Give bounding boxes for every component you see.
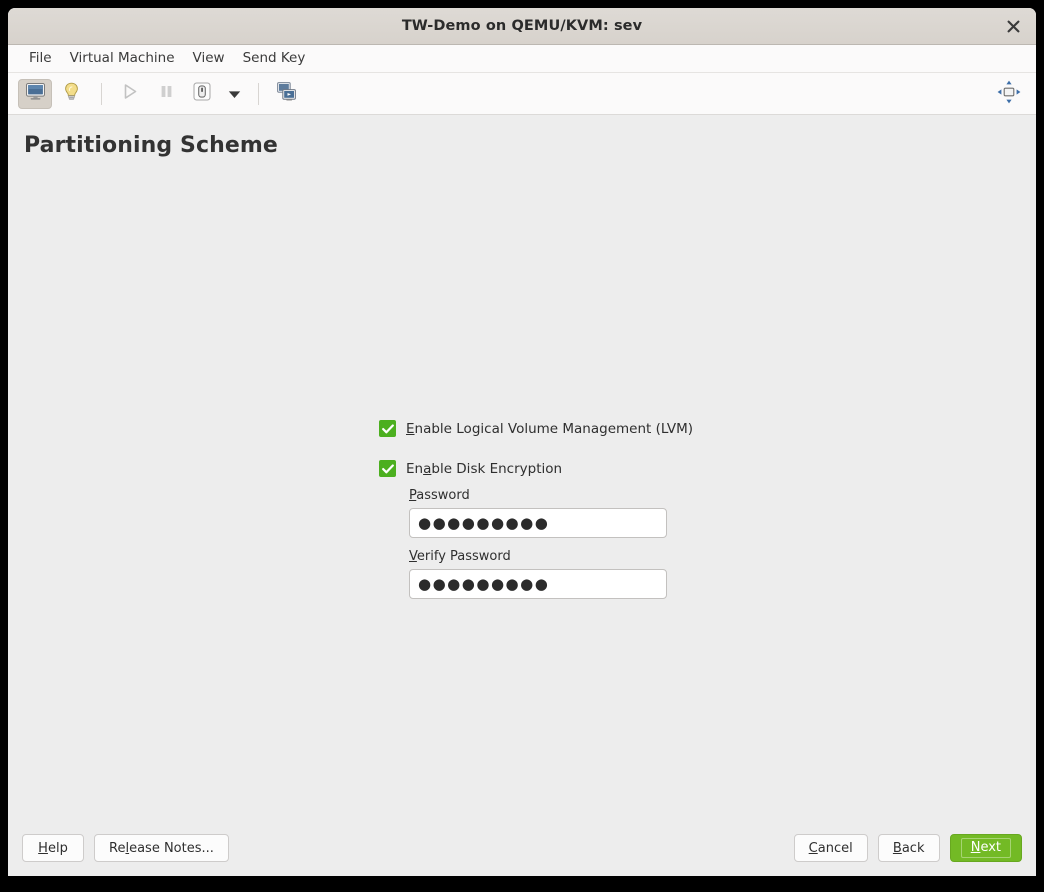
toolbar-separator (101, 83, 102, 105)
verify-password-label: Verify Password (409, 549, 799, 564)
toolbar (8, 73, 1036, 115)
run-button[interactable] (113, 79, 147, 109)
enable-lvm-label: Enable Logical Volume Management (LVM) (406, 421, 693, 437)
pause-icon (159, 83, 174, 104)
snapshots-button[interactable] (270, 79, 304, 109)
lightbulb-icon (63, 82, 80, 105)
password-label: Password (409, 488, 799, 503)
shutdown-button[interactable] (185, 79, 219, 109)
enable-disk-encryption-text: ble Disk Encryption (431, 461, 562, 477)
help-text: elp (48, 841, 68, 856)
screens-icon (277, 82, 297, 105)
window-titlebar: TW-Demo on QEMU/KVM: sev (8, 8, 1036, 45)
menu-item-view[interactable]: View (184, 45, 234, 72)
page-content: Enable Logical Volume Management (LVM) E… (8, 158, 1036, 820)
installer-page: Partitioning Scheme Enable Logical Volum… (8, 115, 1036, 876)
enable-disk-encryption-pre: En (406, 461, 423, 477)
footer-left-buttons: Help Release Notes... (22, 834, 229, 862)
verify-password-label-accel: V (409, 549, 417, 564)
release-notes-text: ease Notes... (129, 841, 214, 856)
enable-disk-encryption-row[interactable]: Enable Disk Encryption (379, 460, 799, 477)
footer-right-buttons: Cancel Back Next (794, 834, 1022, 862)
verify-password-field[interactable]: ●●●●●●●●● (409, 569, 667, 599)
verify-password-group: Verify Password ●●●●●●●●● (409, 549, 799, 599)
enable-disk-encryption-checkbox[interactable] (379, 460, 396, 477)
back-accel: B (893, 841, 902, 856)
menubar: File Virtual Machine View Send Key (8, 45, 1036, 73)
footer-button-bar: Help Release Notes... Cancel Back Next (8, 820, 1036, 876)
power-icon (193, 82, 211, 105)
enable-lvm-checkbox[interactable] (379, 420, 396, 437)
verify-password-value: ●●●●●●●●● (418, 577, 549, 592)
fullscreen-button[interactable] (992, 79, 1026, 109)
next-text: ext (980, 840, 1001, 855)
cancel-text: ancel (818, 841, 853, 856)
cancel-accel: C (809, 841, 818, 856)
shutdown-menu-arrow[interactable] (221, 79, 247, 109)
next-button[interactable]: Next (950, 834, 1022, 862)
console-view-button[interactable] (18, 79, 52, 109)
verify-password-label-text: erify Password (417, 549, 511, 564)
enable-disk-encryption-label: Enable Disk Encryption (406, 461, 562, 477)
help-accel: H (38, 841, 48, 856)
menu-item-virtual-machine[interactable]: Virtual Machine (61, 45, 184, 72)
back-button[interactable]: Back (878, 834, 940, 862)
cancel-button[interactable]: Cancel (794, 834, 868, 862)
details-view-button[interactable] (54, 79, 88, 109)
enable-lvm-text: nable Logical Volume Management (LVM) (415, 421, 694, 437)
menu-item-send-key[interactable]: Send Key (234, 45, 315, 72)
window-title: TW-Demo on QEMU/KVM: sev (8, 8, 1036, 44)
resize-fullscreen-icon (997, 80, 1021, 108)
partitioning-options-form: Enable Logical Volume Management (LVM) E… (379, 420, 799, 599)
next-accel: N (971, 840, 981, 855)
next-button-focus-ring: Next (961, 838, 1011, 858)
play-icon (122, 83, 138, 104)
enable-lvm-row[interactable]: Enable Logical Volume Management (LVM) (379, 420, 799, 437)
monitor-icon (26, 83, 45, 104)
back-text: ack (902, 841, 925, 856)
password-group: Password ●●●●●●●●● (409, 488, 799, 538)
enable-lvm-accel: E (406, 421, 415, 437)
password-field[interactable]: ●●●●●●●●● (409, 508, 667, 538)
password-label-text: assword (416, 488, 469, 503)
page-title: Partitioning Scheme (8, 115, 1036, 158)
pause-button[interactable] (149, 79, 183, 109)
toolbar-separator-2 (258, 83, 259, 105)
chevron-down-icon (228, 84, 241, 103)
close-icon[interactable] (996, 8, 1030, 44)
release-notes-pre: Re (109, 841, 125, 856)
help-button[interactable]: Help (22, 834, 84, 862)
menu-item-file[interactable]: File (20, 45, 61, 72)
password-value: ●●●●●●●●● (418, 516, 549, 531)
release-notes-button[interactable]: Release Notes... (94, 834, 229, 862)
virt-manager-window: TW-Demo on QEMU/KVM: sev File Virtual Ma… (8, 8, 1036, 876)
